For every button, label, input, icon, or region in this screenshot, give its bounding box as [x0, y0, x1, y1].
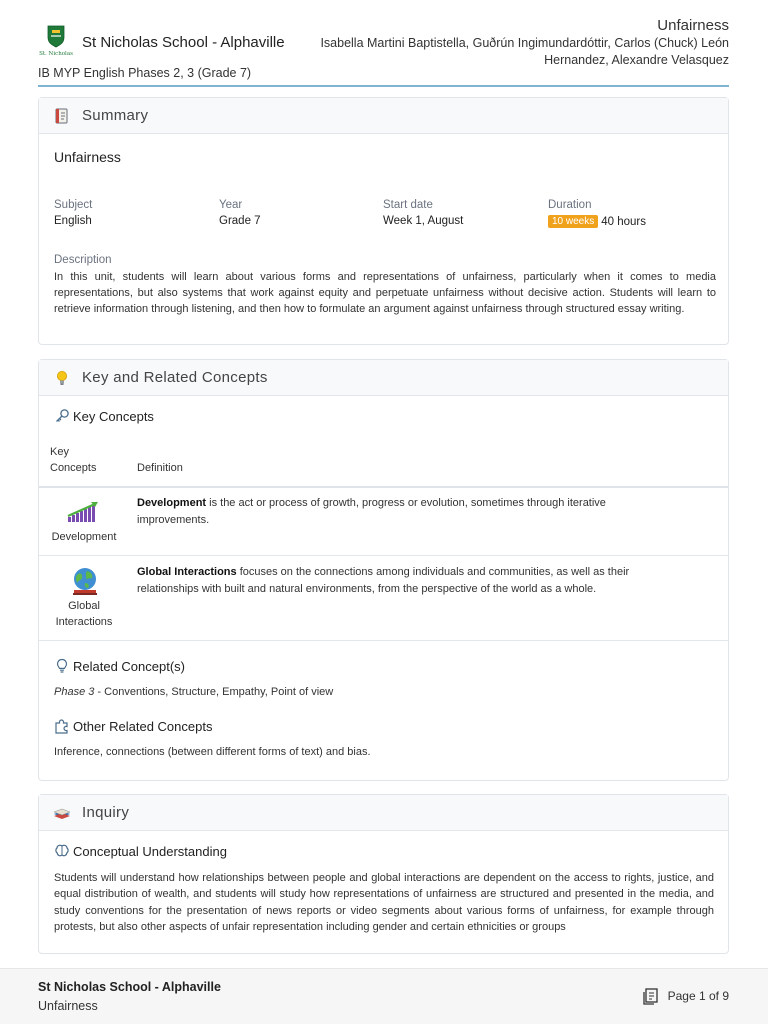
start-date-value: Week 1, August: [383, 215, 464, 227]
related-concepts-text: Phase 3 - Conventions, Structure, Empath…: [54, 686, 333, 698]
page-footer: St Nicholas School - Alphaville Unfairne…: [0, 968, 768, 1024]
development-label: Development: [51, 531, 117, 543]
description-label: Description: [54, 254, 112, 266]
header-divider: [38, 85, 729, 87]
global-interactions-label: Global Interactions: [55, 600, 113, 628]
row-divider: [39, 555, 728, 556]
related-concepts-heading: Related Concept(s): [54, 658, 185, 674]
subject-label: Subject: [54, 199, 93, 211]
footer-document-title: Unfairness: [38, 999, 98, 1013]
course-name: IB MYP English Phases 2, 3 (Grade 7): [38, 66, 252, 80]
globe-icon: [69, 566, 101, 601]
summary-card: Summary Unfairness Subject English Year …: [38, 97, 729, 345]
duration-value: 10 weeks 40 hours: [548, 215, 646, 228]
school-name: St Nicholas School - Alphaville: [82, 34, 285, 51]
logo-text: St. Nicholas: [39, 51, 73, 57]
concepts-card: Key and Related Concepts Key Concepts Ke…: [38, 359, 729, 781]
start-date-label: Start date: [383, 199, 433, 211]
conceptual-understanding-label: Conceptual Understanding: [73, 844, 227, 859]
table-header-divider: [39, 486, 728, 488]
books-icon: [53, 805, 71, 821]
concepts-header: Key and Related Concepts: [39, 360, 728, 396]
lightbulb-icon: [53, 370, 71, 386]
col-key-concepts: Key Concepts: [50, 446, 97, 474]
col-definition: Definition: [137, 462, 183, 474]
lightbulb-outline-icon: [54, 658, 70, 674]
hours-value: 40 hours: [601, 216, 647, 228]
duration-label: Duration: [548, 199, 592, 211]
inquiry-card: Inquiry Conceptual Understanding Student…: [38, 794, 729, 954]
pages-icon: [642, 987, 660, 1005]
year-value: Grade 7: [219, 215, 261, 227]
other-related-label: Other Related Concepts: [73, 719, 213, 734]
authors: Isabella Martini Baptistella, Guðrún Ing…: [320, 36, 729, 67]
brain-icon: [54, 843, 70, 859]
other-related-text: Inference, connections (between differen…: [54, 746, 371, 758]
key-concepts-label: Key Concepts: [73, 409, 154, 424]
development-definition: Development is the act or process of gro…: [137, 495, 657, 529]
school-logo: St. Nicholas: [38, 24, 74, 58]
page-number: Page 1 of 9: [667, 989, 729, 1003]
related-concepts-label: Related Concept(s): [73, 659, 185, 674]
key-concepts-heading: Key Concepts: [54, 408, 154, 424]
development-chart-icon: [67, 500, 101, 529]
description-text: In this unit, students will learn about …: [54, 271, 716, 316]
year-label: Year: [219, 199, 243, 211]
development-term: Development: [137, 497, 207, 509]
footer-school-name: St Nicholas School - Alphaville: [38, 980, 221, 994]
summary-header: Summary: [39, 98, 728, 134]
conceptual-understanding-heading: Conceptual Understanding: [54, 843, 227, 859]
conceptual-understanding-text: Students will understand how relationshi…: [54, 872, 714, 934]
book-icon: [53, 108, 71, 124]
row-divider: [39, 640, 728, 641]
inquiry-header: Inquiry: [39, 795, 728, 831]
document-title: Unfairness: [657, 17, 729, 34]
development-definition-text: is the act or process of growth, progres…: [137, 497, 606, 526]
unit-title: Unfairness: [54, 149, 121, 165]
subject-value: English: [54, 215, 92, 227]
document-header: St. Nicholas St Nicholas School - Alphav…: [0, 0, 768, 90]
other-related-heading: Other Related Concepts: [54, 718, 212, 734]
summary-heading: Summary: [82, 107, 149, 124]
weeks-badge: 10 weeks: [548, 215, 599, 228]
global-interactions-term: Global Interactions: [137, 566, 237, 578]
related-phase: Phase 3: [54, 686, 95, 698]
related-list: - Conventions, Structure, Empathy, Point…: [94, 686, 334, 698]
global-interactions-definition: Global Interactions focuses on the conne…: [137, 564, 657, 598]
inquiry-heading: Inquiry: [82, 804, 130, 821]
concepts-heading: Key and Related Concepts: [82, 369, 268, 386]
puzzle-icon: [54, 718, 70, 734]
key-icon: [54, 408, 70, 424]
